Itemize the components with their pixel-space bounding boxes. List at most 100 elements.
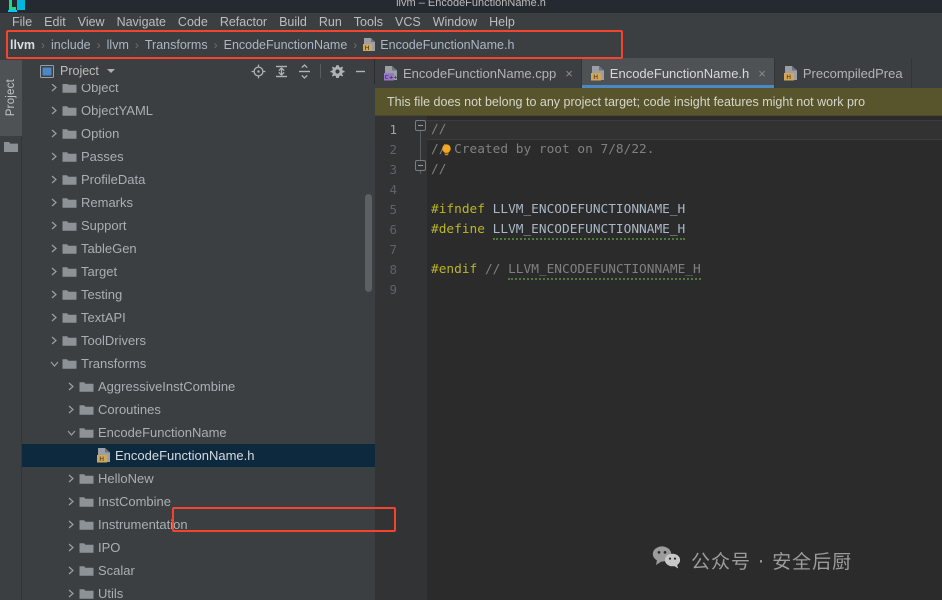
project-tree-scrollbar[interactable] <box>365 194 372 292</box>
menu-bar: File Edit View Navigate Code Refactor Bu… <box>0 13 942 32</box>
menu-vcs[interactable]: VCS <box>389 13 427 32</box>
tree-row[interactable]: IPO <box>22 536 375 559</box>
fold-marker-close[interactable] <box>415 160 426 171</box>
menu-view[interactable]: View <box>72 13 111 32</box>
breadcrumb-item-llvm[interactable]: llvm <box>107 38 129 52</box>
code-line[interactable]: #ifndef LLVM_ENCODEFUNCTIONNAME_H <box>427 200 942 220</box>
code-line[interactable]: // <box>427 160 942 180</box>
project-tool-window: Project Object ObjectYAML Option Passes … <box>22 58 396 600</box>
project-tree[interactable]: Object ObjectYAML Option Passes ProfileData R… <box>22 84 375 600</box>
chevron-right-icon[interactable] <box>64 467 78 490</box>
code-line[interactable]: // <box>427 120 942 140</box>
tree-row[interactable]: EncodeFunctionName <box>22 421 375 444</box>
breadcrumb-item-transforms[interactable]: Transforms <box>145 38 208 52</box>
code-text[interactable]: // // Created by root on 7/8/22. // #ifnde… <box>427 116 942 600</box>
code-line[interactable] <box>427 180 942 200</box>
code-line[interactable] <box>427 280 942 300</box>
breadcrumb-item-include[interactable]: include <box>51 38 91 52</box>
settings-gear-icon[interactable] <box>327 61 347 81</box>
chevron-right-icon[interactable] <box>64 490 78 513</box>
chevron-down-icon[interactable] <box>64 421 78 444</box>
menu-refactor[interactable]: Refactor <box>214 13 273 32</box>
chevron-right-icon[interactable] <box>64 559 78 582</box>
tree-row[interactable]: InstCombine <box>22 490 375 513</box>
tab-close-icon[interactable]: × <box>758 67 766 80</box>
chevron-right-icon[interactable] <box>64 375 78 398</box>
collapse-all-icon[interactable] <box>294 61 314 81</box>
tree-row[interactable]: AggressiveInstCombine <box>22 375 375 398</box>
breadcrumb-item-file[interactable]: H EncodeFunctionName.h <box>363 38 514 52</box>
line-number-gutter[interactable]: 1 2 3 4 5 6 7 8 9 <box>375 116 427 600</box>
chevron-right-icon[interactable] <box>64 513 78 536</box>
chevron-right-icon[interactable] <box>47 122 61 145</box>
code-line[interactable]: #endif // LLVM_ENCODEFUNCTIONNAME_H <box>427 260 942 280</box>
tree-row[interactable]: HelloNew <box>22 467 375 490</box>
menu-edit[interactable]: Edit <box>38 13 72 32</box>
breadcrumb-item-encodefunctionname[interactable]: EncodeFunctionName <box>224 38 348 52</box>
menu-file[interactable]: File <box>6 13 38 32</box>
chevron-right-icon[interactable] <box>64 536 78 559</box>
tree-row[interactable]: Support <box>22 214 375 237</box>
menu-build[interactable]: Build <box>273 13 313 32</box>
chevron-right-icon[interactable] <box>47 260 61 283</box>
folder-icon <box>61 99 78 122</box>
chevron-right-icon[interactable] <box>47 145 61 168</box>
tree-row[interactable]: Utils <box>22 582 375 600</box>
lightbulb-icon[interactable] <box>441 143 452 156</box>
tree-row[interactable]: Testing <box>22 283 375 306</box>
tree-row[interactable]: Passes <box>22 145 375 168</box>
menu-code[interactable]: Code <box>172 13 214 32</box>
tool-window-button-project[interactable]: Project <box>0 60 22 136</box>
chevron-right-icon[interactable] <box>47 168 61 191</box>
chevron-down-icon[interactable] <box>106 69 115 73</box>
menu-window[interactable]: Window <box>427 13 483 32</box>
chevron-right-icon[interactable] <box>64 398 78 421</box>
cpp-file-icon: C++ <box>384 65 398 81</box>
breadcrumb-item-llvm-root[interactable]: llvm <box>10 38 35 52</box>
tree-row[interactable]: Instrumentation <box>22 513 375 536</box>
tab-close-icon[interactable]: × <box>565 67 573 80</box>
code-line[interactable]: #define LLVM_ENCODEFUNCTIONNAME_H <box>427 220 942 240</box>
tab-precompiledpreamble[interactable]: H PrecompiledPrea <box>775 58 912 88</box>
tree-row[interactable]: Transforms <box>22 352 375 375</box>
tree-row[interactable]: TextAPI <box>22 306 375 329</box>
tree-row[interactable]: Coroutines <box>22 398 375 421</box>
chevron-right-icon[interactable] <box>47 99 61 122</box>
tree-row[interactable]: Object <box>22 84 375 99</box>
tree-row[interactable]: TableGen <box>22 237 375 260</box>
chevron-down-icon[interactable] <box>47 352 61 375</box>
tab-encodefunctionname-cpp[interactable]: C++ EncodeFunctionName.cpp × <box>375 58 582 88</box>
hide-panel-icon[interactable] <box>350 61 370 81</box>
tree-row[interactable]: ObjectYAML <box>22 99 375 122</box>
code-editor[interactable]: 1 2 3 4 5 6 7 8 9 // // Created by root on 7/8/22… <box>375 116 942 600</box>
expand-all-icon[interactable] <box>271 61 291 81</box>
chevron-right-icon[interactable] <box>47 306 61 329</box>
code-line[interactable] <box>427 240 942 260</box>
svg-text:C++: C++ <box>385 75 398 81</box>
chevron-right-icon[interactable] <box>47 283 61 306</box>
tree-row[interactable]: Remarks <box>22 191 375 214</box>
chevron-right-icon[interactable] <box>47 84 61 99</box>
tree-row[interactable]: ToolDrivers <box>22 329 375 352</box>
menu-navigate[interactable]: Navigate <box>111 13 172 32</box>
code-line[interactable]: // Created by root on 7/8/22. <box>427 140 942 160</box>
chevron-right-icon[interactable] <box>64 582 78 600</box>
tree-row[interactable]: Scalar <box>22 559 375 582</box>
code-folding-column[interactable] <box>415 116 427 600</box>
folder-icon <box>78 490 95 513</box>
fold-marker-open[interactable] <box>415 120 426 131</box>
tree-row-selected[interactable]: H EncodeFunctionName.h <box>22 444 375 467</box>
locate-in-tree-icon[interactable] <box>248 61 268 81</box>
tree-row[interactable]: Option <box>22 122 375 145</box>
menu-help[interactable]: Help <box>483 13 521 32</box>
tab-encodefunctionname-h[interactable]: H EncodeFunctionName.h × <box>581 58 775 88</box>
chevron-right-icon[interactable] <box>47 214 61 237</box>
chevron-right-icon[interactable] <box>47 237 61 260</box>
svg-text:H: H <box>786 73 791 81</box>
chevron-right-icon[interactable] <box>47 329 61 352</box>
menu-tools[interactable]: Tools <box>348 13 389 32</box>
tree-row[interactable]: Target <box>22 260 375 283</box>
menu-run[interactable]: Run <box>313 13 348 32</box>
tree-row[interactable]: ProfileData <box>22 168 375 191</box>
chevron-right-icon[interactable] <box>47 191 61 214</box>
